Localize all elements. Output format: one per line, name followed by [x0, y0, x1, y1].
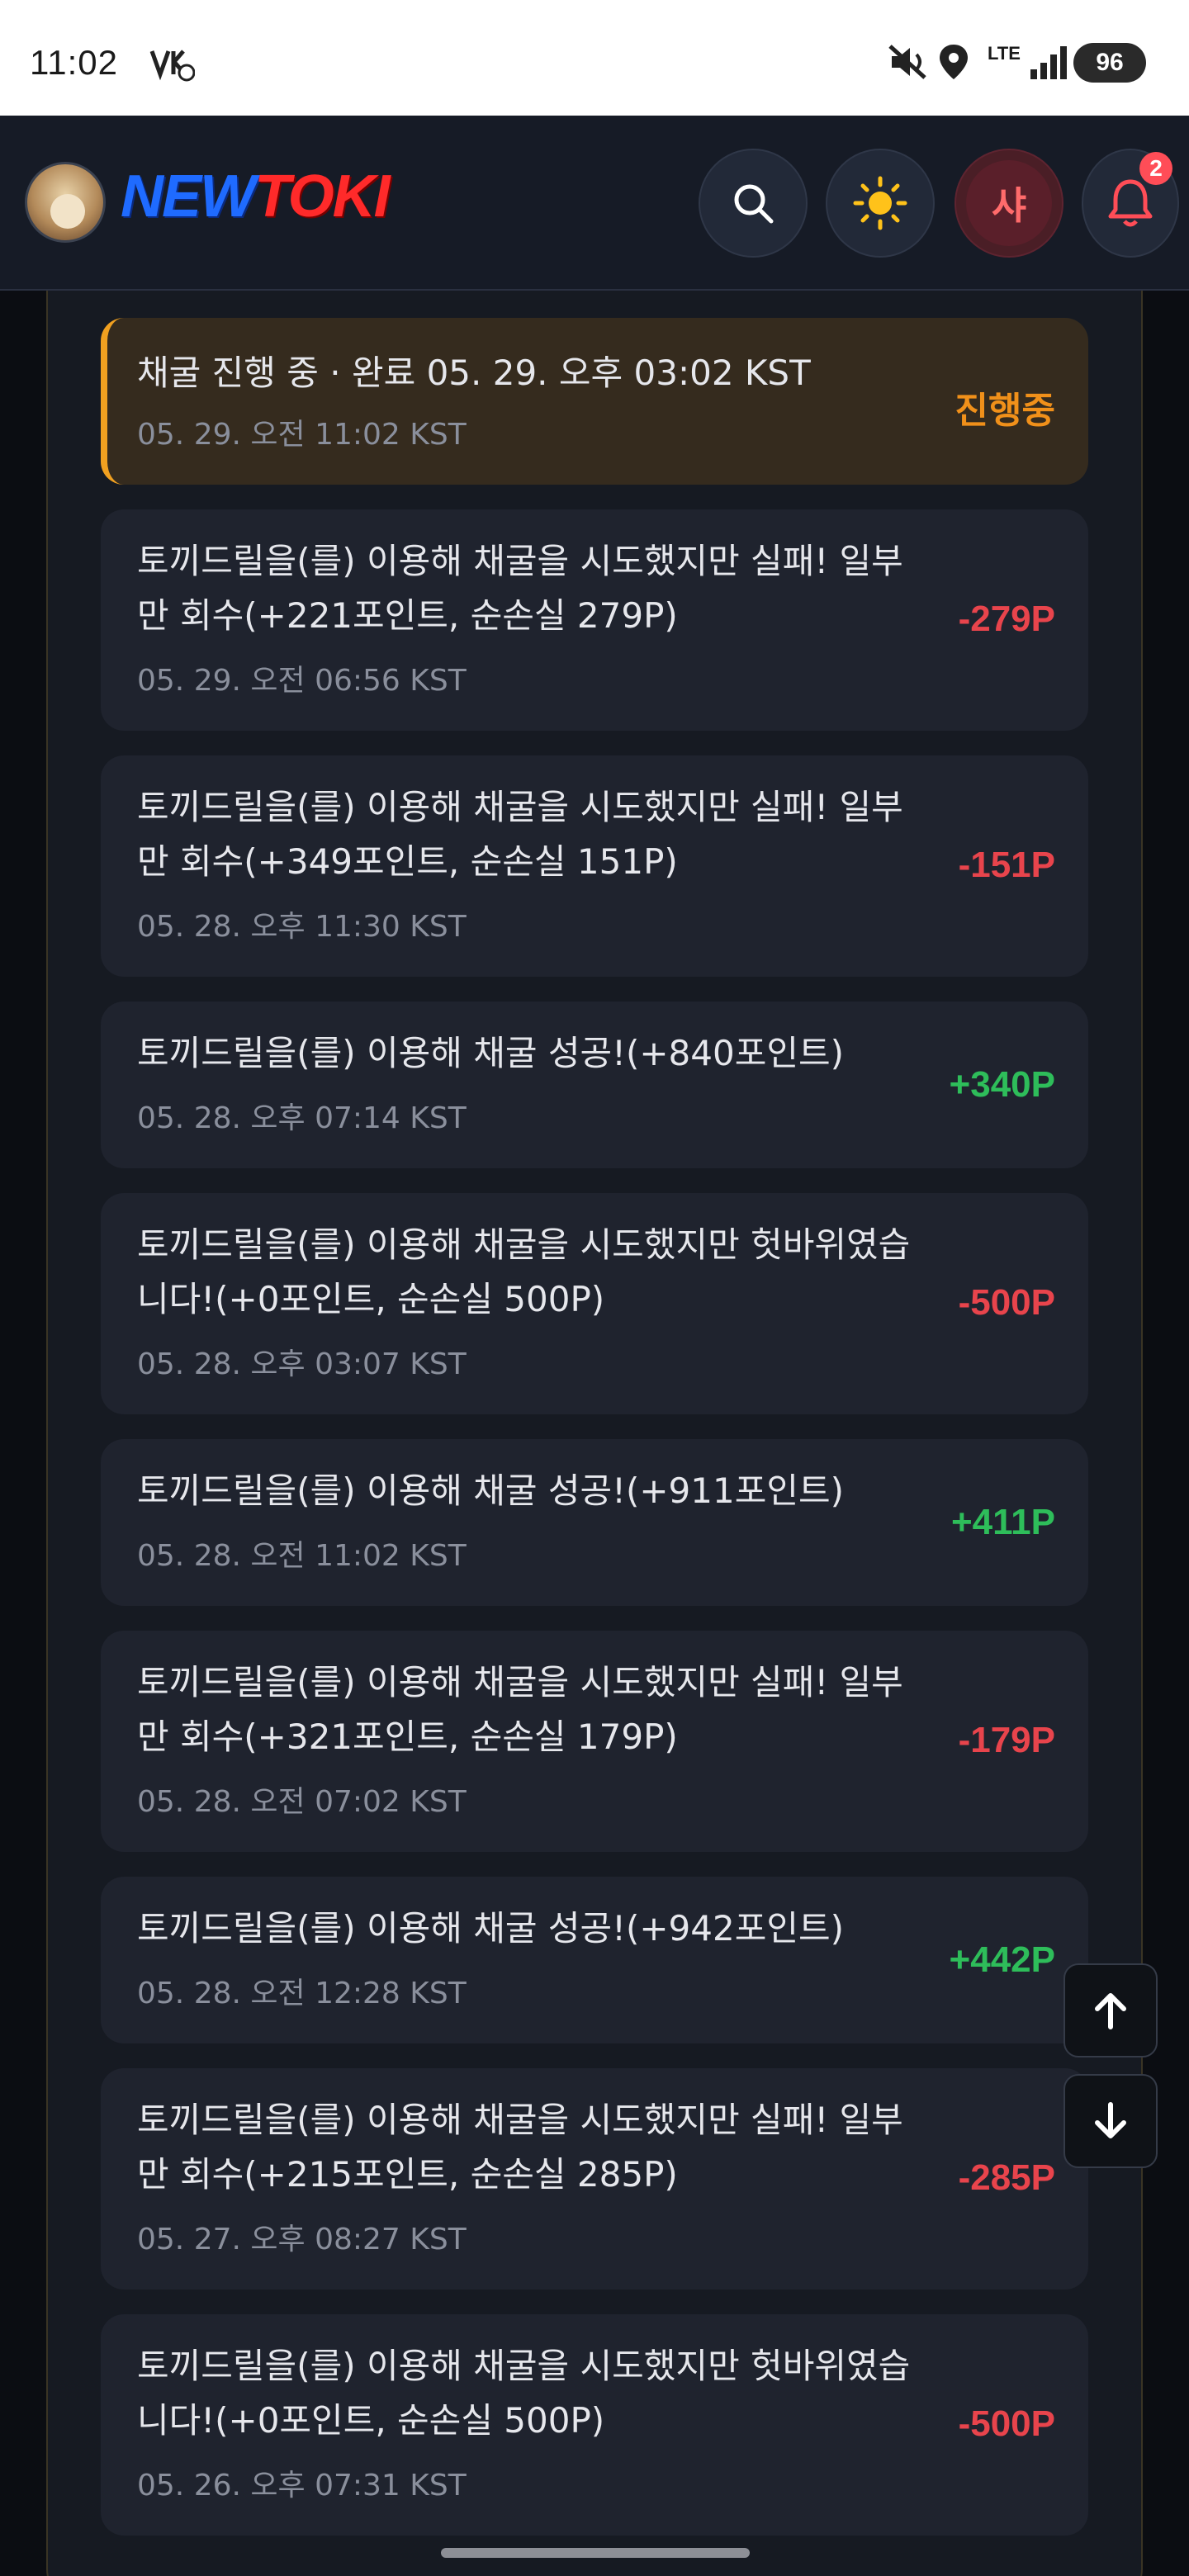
- scroll-bottom-button[interactable]: [1063, 2074, 1158, 2168]
- entry-message: 토끼드릴을(를) 이용해 채굴 성공!(+942포인트): [137, 1908, 845, 1949]
- list-item: 토끼드릴을(를) 이용해 채굴을 시도했지만 헛바위였습니다!(+0포인트, 순…: [101, 1193, 1088, 1414]
- bell-icon: [1108, 179, 1153, 227]
- entry-status: 진행중: [955, 391, 1055, 431]
- mining-history-list: 채굴 진행 중 · 완료 05. 29. 오후 03:02 KST 05. 29…: [101, 318, 1088, 2560]
- theme-toggle-button[interactable]: [826, 149, 935, 258]
- entry-amount: -285P: [958, 2157, 1055, 2198]
- entry-amount: +340P: [949, 1064, 1055, 1105]
- list-item: 토끼드릴을(를) 이용해 채굴 성공!(+840포인트) 05. 28. 오후 …: [101, 1002, 1088, 1168]
- entry-amount: -500P: [958, 1282, 1055, 1323]
- entry-date: 05. 29. 오전 11:02 KST: [137, 418, 467, 452]
- entry-message: 토끼드릴을(를) 이용해 채굴을 시도했지만 실패! 일부만 회수(+215포인…: [137, 2100, 903, 2195]
- entry-amount: -500P: [958, 2403, 1055, 2444]
- logo-avatar[interactable]: [25, 162, 106, 243]
- search-button[interactable]: [699, 149, 808, 258]
- entry-message: 토끼드릴을(를) 이용해 채굴을 시도했지만 헛바위였습니다!(+0포인트, 순…: [137, 1224, 911, 1319]
- entry-message: 채굴 진행 중 · 완료 05. 29. 오후 03:02 KST: [137, 353, 811, 393]
- list-item: 토끼드릴을(를) 이용해 채굴을 시도했지만 실패! 일부만 회수(+349포인…: [101, 755, 1088, 977]
- home-indicator[interactable]: [441, 2548, 750, 2558]
- logo-toki: TOKI: [253, 163, 391, 230]
- scroll-top-button[interactable]: [1063, 1963, 1158, 2057]
- list-item: 채굴 진행 중 · 완료 05. 29. 오후 03:02 KST 05. 29…: [101, 318, 1088, 485]
- entry-message: 토끼드릴을(를) 이용해 채굴을 시도했지만 헛바위였습니다!(+0포인트, 순…: [137, 2346, 911, 2441]
- volte-icon: [149, 45, 196, 92]
- logo-new: NEW: [121, 163, 256, 230]
- entry-amount: +442P: [949, 1939, 1055, 1980]
- list-item: 토끼드릴을(를) 이용해 채굴을 시도했지만 실패! 일부만 회수(+221포인…: [101, 509, 1088, 731]
- entry-message: 토끼드릴을(를) 이용해 채굴 성공!(+911포인트): [137, 1470, 845, 1511]
- location-icon: [938, 43, 969, 89]
- entry-amount: +411P: [950, 1502, 1055, 1542]
- entry-date: 05. 27. 오후 08:27 KST: [137, 2223, 467, 2256]
- battery-indicator: 96: [1073, 43, 1146, 83]
- entry-date: 05. 28. 오후 03:07 KST: [137, 1347, 467, 1381]
- entry-message: 토끼드릴을(를) 이용해 채굴을 시도했지만 실패! 일부만 회수(+221포인…: [137, 541, 903, 636]
- user-initial: 샤: [966, 160, 1052, 246]
- entry-date: 05. 28. 오전 11:02 KST: [137, 1539, 467, 1573]
- signal-icon: [1029, 43, 1070, 89]
- lte-label: LTE: [988, 43, 1021, 64]
- sun-icon: [853, 176, 907, 230]
- user-avatar-button[interactable]: 샤: [955, 149, 1063, 258]
- entry-date: 05. 28. 오후 11:30 KST: [137, 910, 467, 944]
- entry-date: 05. 28. 오후 07:14 KST: [137, 1101, 467, 1135]
- arrow-up-icon: [1095, 1993, 1126, 2029]
- list-item: 토끼드릴을(를) 이용해 채굴을 시도했지만 실패! 일부만 회수(+215포인…: [101, 2068, 1088, 2290]
- notification-button[interactable]: 2: [1082, 149, 1179, 258]
- entry-date: 05. 28. 오전 07:02 KST: [137, 1785, 467, 1819]
- entry-date: 05. 29. 오전 06:56 KST: [137, 664, 467, 698]
- list-item: 토끼드릴을(를) 이용해 채굴 성공!(+911포인트) 05. 28. 오전 …: [101, 1439, 1088, 1606]
- entry-date: 05. 26. 오후 07:31 KST: [137, 2469, 467, 2503]
- entry-amount: -279P: [958, 599, 1055, 639]
- search-icon: [734, 184, 774, 224]
- list-item: 토끼드릴을(를) 이용해 채굴 성공!(+942포인트) 05. 28. 오전 …: [101, 1877, 1088, 2043]
- arrow-down-icon: [1095, 2102, 1126, 2138]
- notification-badge: 2: [1139, 152, 1172, 185]
- app-header: NEWTOKI 샤 2: [0, 116, 1189, 291]
- entry-message: 토끼드릴을(를) 이용해 채굴을 시도했지만 실패! 일부만 회수(+349포인…: [137, 787, 903, 882]
- list-item: 토끼드릴을(를) 이용해 채굴을 시도했지만 헛바위였습니다!(+0포인트, 순…: [101, 2314, 1088, 2536]
- entry-message: 토끼드릴을(를) 이용해 채굴을 시도했지만 실패! 일부만 회수(+321포인…: [137, 1662, 903, 1757]
- entry-date: 05. 28. 오전 12:28 KST: [137, 1977, 467, 2010]
- entry-amount: -179P: [958, 1720, 1055, 1760]
- status-bar: 11:02 LTE 96: [0, 0, 1189, 116]
- site-logo[interactable]: NEWTOKI: [121, 167, 391, 226]
- entry-amount: -151P: [958, 845, 1055, 885]
- mute-icon: [887, 43, 930, 89]
- list-item: 토끼드릴을(를) 이용해 채굴을 시도했지만 실패! 일부만 회수(+321포인…: [101, 1631, 1088, 1852]
- status-time: 11:02: [30, 43, 118, 82]
- entry-message: 토끼드릴을(를) 이용해 채굴 성공!(+840포인트): [137, 1033, 845, 1073]
